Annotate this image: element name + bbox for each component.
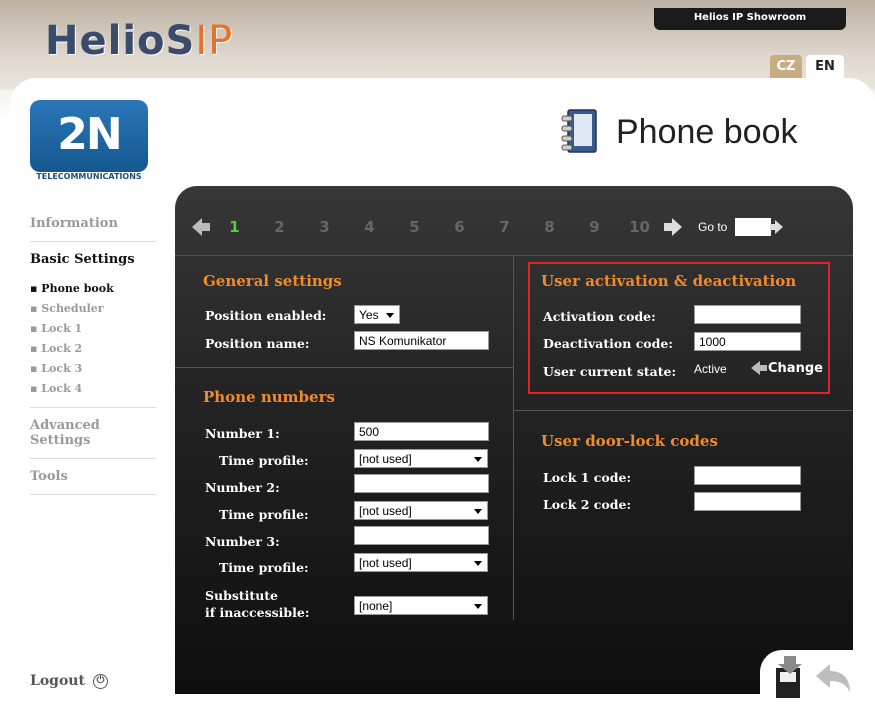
logout-link[interactable]: Logout ⏻ <box>30 673 108 689</box>
bottom-actions <box>760 650 854 708</box>
chevron-down-icon <box>474 561 482 566</box>
activation-code-label: Activation code: <box>543 309 656 324</box>
page-3[interactable]: 3 <box>302 218 347 236</box>
activation-title: User activation & deactivation <box>541 272 797 290</box>
lock-2-code-input[interactable] <box>694 492 801 511</box>
substitute-value: [none] <box>359 599 393 613</box>
chevron-down-icon <box>474 509 482 514</box>
chevron-down-icon <box>474 604 482 609</box>
number-1-label: Number 1: <box>205 426 280 441</box>
sidebar-subitem-phone-book[interactable]: ▪ Phone book <box>30 279 156 299</box>
lock-1-code-label: Lock 1 code: <box>543 470 632 485</box>
sidebar-item-advanced-settings[interactable]: Advanced Settings <box>30 408 156 459</box>
phone-numbers-title: Phone numbers <box>203 388 335 406</box>
sidebar-subitem-scheduler[interactable]: ▪ Scheduler <box>30 299 156 319</box>
page-6[interactable]: 6 <box>437 218 482 236</box>
lock-1-code-input[interactable] <box>694 466 801 485</box>
sidebar-item-tools[interactable]: Tools <box>30 459 156 495</box>
lang-cz-button[interactable]: CZ <box>770 55 802 79</box>
chevron-down-icon <box>386 313 394 318</box>
arrow-left-icon <box>751 361 767 375</box>
deactivation-code-label: Deactivation code: <box>543 336 673 351</box>
column-divider <box>513 256 514 620</box>
position-enabled-select[interactable]: Yes <box>354 305 400 324</box>
page-title: Phone book <box>616 112 798 151</box>
number-2-label: Number 2: <box>205 480 280 495</box>
page-1[interactable]: 1 <box>212 218 257 236</box>
user-state-value: Active <box>694 362 727 376</box>
time-profile-3-select[interactable]: [not used] <box>354 553 488 572</box>
back-icon[interactable] <box>814 662 852 700</box>
substitute-label: Substitute if inaccessible: <box>205 588 310 620</box>
sidebar-item-information[interactable]: Information <box>30 210 156 242</box>
sidebar-subitem-lock-4[interactable]: ▪ Lock 4 <box>30 379 156 399</box>
time-profile-2-label: Time profile: <box>219 507 309 522</box>
lang-en-button[interactable]: EN <box>806 55 844 79</box>
next-page-icon[interactable] <box>662 216 684 238</box>
position-name-input[interactable]: NS Komunikator <box>354 331 489 350</box>
activation-divider <box>514 410 853 411</box>
number-2-input[interactable] <box>354 474 489 493</box>
page-9[interactable]: 9 <box>572 218 617 236</box>
pager-divider <box>175 255 853 256</box>
position-enabled-label: Position enabled: <box>205 308 327 323</box>
page-4[interactable]: 4 <box>347 218 392 236</box>
general-settings-title: General settings <box>203 272 342 290</box>
phone-book-icon <box>560 108 600 156</box>
deactivation-code-input[interactable]: 1000 <box>694 332 801 351</box>
sidebar-subitem-lock-3[interactable]: ▪ Lock 3 <box>30 359 156 379</box>
page-8[interactable]: 8 <box>527 218 572 236</box>
goto-input[interactable] <box>735 218 772 236</box>
sidebar-item-basic-settings[interactable]: Basic Settings <box>30 242 156 273</box>
position-name-label: Position name: <box>205 336 310 351</box>
substitute-select[interactable]: [none] <box>354 596 488 615</box>
pager: 1 2 3 4 5 6 7 8 9 10 Go to <box>190 214 791 240</box>
page-7[interactable]: 7 <box>482 218 527 236</box>
change-button[interactable]: Change <box>750 360 823 376</box>
sidebar-subitem-lock-1[interactable]: ▪ Lock 1 <box>30 319 156 339</box>
goto-arrow-icon[interactable] <box>769 216 791 238</box>
time-profile-3-value: [not used] <box>359 556 412 570</box>
lock-2-code-label: Lock 2 code: <box>543 497 632 512</box>
page-2[interactable]: 2 <box>257 218 302 236</box>
user-state-label: User current state: <box>543 364 677 379</box>
position-enabled-value: Yes <box>359 308 379 322</box>
helios-logo: HelioSIP <box>45 18 234 64</box>
power-icon: ⏻ <box>92 673 108 689</box>
sidebar-subitem-lock-2[interactable]: ▪ Lock 2 <box>30 339 156 359</box>
time-profile-1-select[interactable]: [not used] <box>354 449 488 468</box>
2n-logo-sub: TELECOMMUNICATIONS <box>36 172 142 181</box>
change-label: Change <box>768 360 823 376</box>
time-profile-2-select[interactable]: [not used] <box>354 501 488 520</box>
page-header: Phone book <box>560 108 798 156</box>
logout-label: Logout <box>30 673 85 689</box>
page-5[interactable]: 5 <box>392 218 437 236</box>
goto-label: Go to <box>698 220 728 234</box>
time-profile-1-value: [not used] <box>359 452 412 466</box>
time-profile-2-value: [not used] <box>359 504 412 518</box>
page-10[interactable]: 10 <box>617 218 662 236</box>
door-lock-title: User door-lock codes <box>541 432 718 450</box>
chevron-down-icon <box>474 457 482 462</box>
sidebar: Information Basic Settings ▪ Phone book … <box>30 210 156 495</box>
showroom-label: Helios IP Showroom <box>654 8 846 30</box>
number-1-input[interactable]: 500 <box>354 422 489 441</box>
sidebar-subgroup: ▪ Phone book ▪ Scheduler ▪ Lock 1 ▪ Lock… <box>30 273 156 408</box>
activation-code-input[interactable] <box>694 305 801 324</box>
number-3-label: Number 3: <box>205 534 280 549</box>
time-profile-1-label: Time profile: <box>219 453 309 468</box>
general-divider <box>175 367 513 368</box>
2n-logo: 2N <box>30 100 148 172</box>
prev-page-icon[interactable] <box>190 216 212 238</box>
time-profile-3-label: Time profile: <box>219 560 309 575</box>
save-icon[interactable] <box>772 656 808 704</box>
number-3-input[interactable] <box>354 526 489 545</box>
